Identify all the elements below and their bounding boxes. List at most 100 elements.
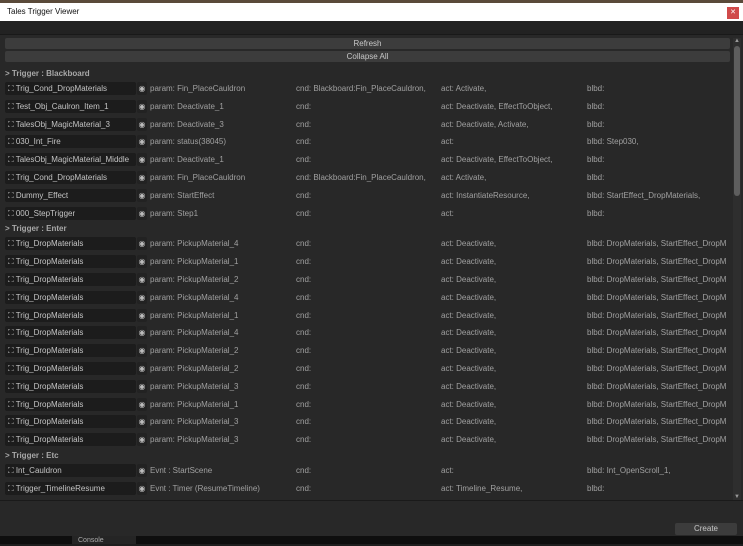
- collapse-all-button[interactable]: Collapse All: [5, 51, 730, 62]
- object-name: Trig_DropMaterials: [16, 400, 84, 409]
- object-name: Test_Obj_Caulron_Item_1: [16, 102, 109, 111]
- param-text: param: StartEffect: [150, 187, 214, 205]
- object-field[interactable]: ⛶ Trig_DropMaterials: [5, 398, 136, 411]
- section-header[interactable]: > Trigger : Etc: [0, 449, 732, 462]
- object-field[interactable]: ⛶ Trig_DropMaterials: [5, 415, 136, 428]
- condition-text: cnd:: [296, 480, 311, 498]
- scrollbar-thumb[interactable]: [734, 46, 740, 196]
- object-picker-icon[interactable]: ◉: [137, 415, 147, 428]
- object-picker-icon[interactable]: ◉: [137, 482, 147, 495]
- object-picker-icon[interactable]: ◉: [137, 237, 147, 250]
- gameobject-icon: ⛶: [8, 102, 16, 111]
- param-text: Evnt : Timer (ResumeTimeline): [150, 480, 260, 498]
- object-picker-icon[interactable]: ◉: [137, 207, 147, 220]
- object-picker-icon[interactable]: ◉: [137, 135, 147, 148]
- param-text: param: PickupMaterial_2: [150, 271, 238, 289]
- action-text: act: Deactivate,: [441, 235, 496, 253]
- object-field[interactable]: ⛶ Trig_DropMaterials: [5, 344, 136, 357]
- param-text: param: PickupMaterial_4: [150, 235, 238, 253]
- console-tab[interactable]: Console: [72, 536, 136, 544]
- create-button[interactable]: Create: [675, 523, 737, 535]
- object-name: Trigger_TimelineResume: [16, 484, 105, 493]
- gameobject-icon: ⛶: [8, 137, 16, 146]
- condition-text: cnd:: [296, 413, 311, 431]
- blackboard-text: blbd: DropMaterials, StartEffect_DropM: [587, 271, 732, 289]
- section-header[interactable]: > Trigger : Blackboard: [0, 67, 732, 80]
- object-field[interactable]: ⛶ Trig_DropMaterials: [5, 362, 136, 375]
- object-picker-icon[interactable]: ◉: [137, 291, 147, 304]
- condition-text: cnd:: [296, 342, 311, 360]
- object-picker-icon[interactable]: ◉: [137, 189, 147, 202]
- object-field[interactable]: ⛶ Trig_Cond_DropMaterials: [5, 171, 136, 184]
- object-field[interactable]: ⛶ Trig_DropMaterials: [5, 255, 136, 268]
- object-field[interactable]: ⛶ Trig_DropMaterials: [5, 273, 136, 286]
- object-field[interactable]: ⛶ Trigger_TimelineResume: [5, 482, 136, 495]
- object-field[interactable]: ⛶ TalesObj_MagicMaterial_Middle: [5, 153, 136, 166]
- object-field[interactable]: ⛶ Int_Cauldron: [5, 464, 136, 477]
- param-text: param: Deactivate_1: [150, 151, 224, 169]
- object-name: Trig_DropMaterials: [16, 435, 84, 444]
- refresh-button[interactable]: Refresh: [5, 38, 730, 49]
- object-picker-icon[interactable]: ◉: [137, 100, 147, 113]
- object-field[interactable]: ⛶ Trig_Cond_DropMaterials: [5, 82, 136, 95]
- condition-text: cnd:: [296, 271, 311, 289]
- action-text: act: Deactivate,: [441, 360, 496, 378]
- object-picker-icon[interactable]: ◉: [137, 82, 147, 95]
- object-field[interactable]: ⛶ Trig_DropMaterials: [5, 309, 136, 322]
- vertical-scrollbar[interactable]: ▲ ▼: [733, 38, 741, 500]
- object-field[interactable]: ⛶ Trig_DropMaterials: [5, 433, 136, 446]
- object-name: Dummy_Effect: [16, 191, 68, 200]
- param-text: param: PickupMaterial_1: [150, 396, 238, 414]
- object-picker-icon[interactable]: ◉: [137, 344, 147, 357]
- close-button[interactable]: ✕: [727, 7, 739, 19]
- action-text: act:: [441, 462, 454, 480]
- object-field[interactable]: ⛶ Trig_DropMaterials: [5, 291, 136, 304]
- object-picker-icon[interactable]: ◉: [137, 255, 147, 268]
- object-picker-icon[interactable]: ◉: [137, 362, 147, 375]
- object-picker-icon[interactable]: ◉: [137, 380, 147, 393]
- section-header[interactable]: > Trigger : Enter: [0, 222, 732, 235]
- gameobject-icon: ⛶: [8, 209, 16, 218]
- object-picker-icon[interactable]: ◉: [137, 118, 147, 131]
- action-text: act: Activate,: [441, 80, 486, 98]
- scroll-up-arrow-icon[interactable]: ▲: [733, 38, 741, 44]
- action-text: act: Timeline_Resume,: [441, 480, 522, 498]
- object-name: 000_StepTrigger: [16, 209, 75, 218]
- object-field[interactable]: ⛶ TalesObj_MagicMaterial_3: [5, 118, 136, 131]
- object-picker-icon[interactable]: ◉: [137, 398, 147, 411]
- condition-text: cnd: Blackboard:Fin_PlaceCauldron,: [296, 80, 426, 98]
- object-field[interactable]: ⛶ Trig_DropMaterials: [5, 380, 136, 393]
- object-name: Trig_DropMaterials: [16, 239, 84, 248]
- trigger-row: ⛶ Trig_DropMaterials ◉ param: PickupMate…: [0, 431, 732, 449]
- action-text: act: Deactivate,: [441, 271, 496, 289]
- trigger-row: ⛶ Trig_DropMaterials ◉ param: PickupMate…: [0, 253, 732, 271]
- object-field[interactable]: ⛶ Trig_DropMaterials: [5, 237, 136, 250]
- blackboard-text: blbd:: [587, 116, 732, 134]
- trigger-row: ⛶ Trig_Cond_DropMaterials ◉ param: Fin_P…: [0, 169, 732, 187]
- object-field[interactable]: ⛶ Test_Obj_Caulron_Item_1: [5, 100, 136, 113]
- action-text: act: Deactivate,: [441, 342, 496, 360]
- object-picker-icon[interactable]: ◉: [137, 433, 147, 446]
- object-field[interactable]: ⛶ Dummy_Effect: [5, 189, 136, 202]
- object-field[interactable]: ⛶ Trig_DropMaterials: [5, 326, 136, 339]
- trigger-row: ⛶ Trig_DropMaterials ◉ param: PickupMate…: [0, 378, 732, 396]
- object-field[interactable]: ⛶ 000_StepTrigger: [5, 207, 136, 220]
- object-picker-icon[interactable]: ◉: [137, 273, 147, 286]
- object-picker-icon[interactable]: ◉: [137, 326, 147, 339]
- object-name: Trig_DropMaterials: [16, 346, 84, 355]
- object-picker-icon[interactable]: ◉: [137, 153, 147, 166]
- trigger-row: ⛶ Test_Obj_Caulron_Item_1 ◉ param: Deact…: [0, 98, 732, 116]
- condition-text: cnd:: [296, 378, 311, 396]
- object-picker-icon[interactable]: ◉: [137, 464, 147, 477]
- object-name: Trig_DropMaterials: [16, 382, 84, 391]
- object-picker-icon[interactable]: ◉: [137, 171, 147, 184]
- param-text: param: Deactivate_3: [150, 116, 224, 134]
- object-field[interactable]: ⛶ 030_Int_Fire: [5, 135, 136, 148]
- blackboard-text: blbd: DropMaterials, StartEffect_DropM: [587, 342, 732, 360]
- param-text: param: status(38045): [150, 133, 226, 151]
- object-picker-icon[interactable]: ◉: [137, 309, 147, 322]
- condition-text: cnd:: [296, 151, 311, 169]
- action-text: act: Deactivate, EffectToObject,: [441, 98, 552, 116]
- trigger-row: ⛶ TalesObj_MagicMaterial_3 ◉ param: Deac…: [0, 116, 732, 134]
- param-text: param: Fin_PlaceCauldron: [150, 169, 245, 187]
